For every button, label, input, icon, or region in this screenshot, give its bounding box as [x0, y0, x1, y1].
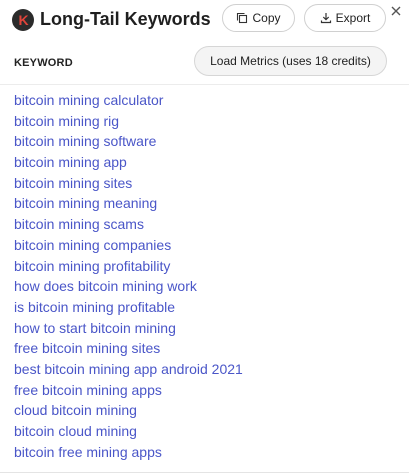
logo-letter: K [18, 12, 29, 28]
load-metrics-label: Load Metrics (uses 18 credits) [210, 54, 371, 68]
header-divider [0, 84, 409, 85]
keyword-column-header: KEYWORD [14, 57, 73, 69]
keyword-item[interactable]: how to start bitcoin mining [14, 318, 243, 339]
keyword-item[interactable]: bitcoin mining meaning [14, 193, 243, 214]
keyword-item[interactable]: free bitcoin mining sites [14, 338, 243, 359]
keyword-item[interactable]: bitcoin free mining apps [14, 442, 243, 463]
logo-icon: K [12, 9, 34, 31]
copy-icon [237, 12, 248, 24]
load-metrics-button[interactable]: Load Metrics (uses 18 credits) [194, 46, 387, 76]
copy-button[interactable]: Copy [222, 4, 295, 32]
panel-title: Long-Tail Keywords [40, 9, 211, 29]
long-tail-keywords-panel: K Long-Tail Keywords Copy Export KEYWORD… [0, 0, 409, 473]
keyword-item[interactable]: bitcoin cloud mining [14, 421, 243, 442]
keyword-item[interactable]: bitcoin mining companies [14, 235, 243, 256]
keyword-item[interactable]: bitcoin mining rig [14, 111, 243, 132]
export-label: Export [335, 11, 371, 25]
export-button[interactable]: Export [304, 4, 386, 32]
keyword-item[interactable]: bitcoin mining app [14, 152, 243, 173]
keyword-item[interactable]: bitcoin mining calculator [14, 90, 243, 111]
keyword-item[interactable]: free bitcoin mining apps [14, 380, 243, 401]
download-icon [320, 13, 331, 24]
keyword-item[interactable]: how does bitcoin mining work [14, 276, 243, 297]
keyword-item[interactable]: bitcoin mining profitability [14, 256, 243, 277]
keyword-item[interactable]: bitcoin mining sites [14, 173, 243, 194]
close-icon [391, 6, 401, 16]
close-button[interactable] [389, 4, 403, 18]
keyword-list: bitcoin mining calculator bitcoin mining… [14, 90, 243, 462]
keyword-item[interactable]: is bitcoin mining profitable [14, 297, 243, 318]
keyword-item[interactable]: bitcoin mining scams [14, 214, 243, 235]
keyword-item[interactable]: cloud bitcoin mining [14, 400, 243, 421]
keyword-item[interactable]: bitcoin mining software [14, 131, 243, 152]
copy-label: Copy [252, 11, 281, 25]
panel-header: K Long-Tail Keywords Copy Export [0, 0, 409, 40]
keyword-item[interactable]: best bitcoin mining app android 2021 [14, 359, 243, 380]
